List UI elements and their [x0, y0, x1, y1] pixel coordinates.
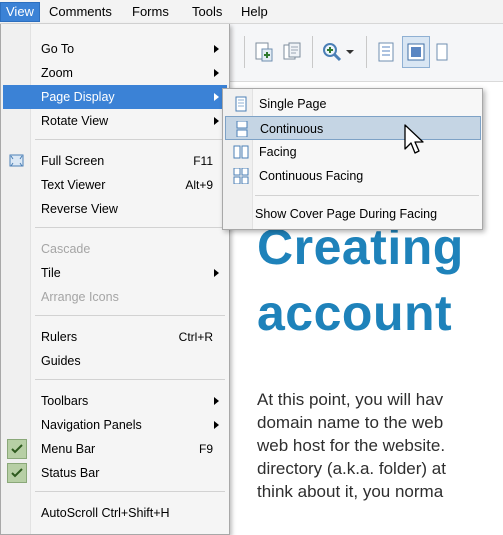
menu-item-shortcut: Ctrl+R [178, 330, 213, 344]
document-body-line: web host for the website. [257, 436, 446, 455]
pages-icon[interactable] [278, 36, 306, 68]
menu-item-label: Guides [41, 354, 81, 368]
menu-item-label: Status Bar [41, 466, 100, 480]
menu-item-page-display[interactable]: Page Display [3, 85, 227, 109]
continuous-icon [234, 120, 250, 138]
menu-item-shortcut: Alt+9 [185, 178, 213, 192]
menu-item-label: Text Viewer [41, 178, 106, 192]
menu-item-zoom[interactable]: Zoom [3, 61, 227, 85]
menu-item-arrange-icons[interactable]: Arrange Icons [3, 285, 227, 309]
menu-item-label: Reverse View [41, 202, 118, 216]
single-page-icon [233, 96, 249, 112]
menu-item-cascade[interactable]: Cascade [3, 237, 227, 261]
menu-view[interactable]: View [0, 2, 40, 22]
menu-item-go-to[interactable]: Go To [3, 37, 227, 61]
fit-page-icon[interactable] [372, 36, 400, 68]
submenu-arrow-icon [214, 117, 219, 125]
menu-separator [35, 139, 225, 140]
submenu-item-label: Continuous Facing [259, 169, 364, 183]
menu-item-toolbars[interactable]: Toolbars [3, 389, 227, 413]
menu-item-label: Arrange Icons [41, 290, 119, 304]
submenu-item-label: Facing [259, 145, 297, 159]
document-heading-line2: account [257, 285, 453, 341]
menu-separator [35, 315, 225, 316]
menu-item-full-screen[interactable]: Full Screen F11 [3, 149, 227, 173]
submenu-arrow-icon [214, 69, 219, 77]
menu-item-label: Cascade [41, 242, 91, 256]
submenu-item-label: Show Cover Page During Facing [255, 207, 438, 221]
menu-separator [255, 195, 479, 196]
document-body-line: domain name to the web [257, 413, 444, 432]
menu-item-shortcut: F11 [193, 154, 213, 168]
menu-bar: View Comments Forms Tools Help [0, 0, 503, 24]
document-body-line: think about it, you norma [257, 482, 444, 501]
document-body-line: At this point, you will hav [257, 390, 444, 409]
menu-forms[interactable]: Forms [127, 3, 174, 21]
fit-width-icon[interactable] [402, 36, 430, 68]
submenu-item-label: Continuous [260, 122, 324, 136]
facing-icon [233, 144, 249, 160]
menu-tools[interactable]: Tools [187, 3, 227, 21]
menu-item-status-bar[interactable]: Status Bar [3, 461, 227, 485]
menu-item-label: Tile [41, 266, 61, 280]
menu-item-label: Rulers [41, 330, 78, 344]
menu-item-label: Zoom [41, 66, 73, 80]
submenu-item-facing[interactable]: Facing [225, 140, 481, 164]
checkmark-icon [7, 463, 27, 483]
mouse-pointer-icon [403, 124, 427, 158]
submenu-item-show-cover-page[interactable]: Show Cover Page During Facing [225, 202, 481, 226]
menu-item-text-viewer[interactable]: Text Viewer Alt+9 [3, 173, 227, 197]
chevron-down-icon[interactable] [342, 36, 358, 68]
menu-item-reverse-view[interactable]: Reverse View [3, 197, 227, 221]
submenu-arrow-icon [214, 93, 219, 101]
menu-item-rotate-view[interactable]: Rotate View [3, 109, 227, 133]
menu-item-label: Page Display [41, 90, 115, 104]
menu-separator [35, 227, 225, 228]
submenu-item-label: Single Page [259, 97, 327, 111]
full-screen-icon [9, 153, 25, 169]
submenu-item-continuous-facing[interactable]: Continuous Facing [225, 164, 481, 188]
menu-item-label: Menu Bar [41, 442, 96, 456]
submenu-arrow-icon [214, 421, 219, 429]
menu-item-label: Navigation Panels [41, 418, 142, 432]
toolbar [220, 24, 503, 82]
toolbar-separator [312, 36, 313, 68]
submenu-item-continuous[interactable]: Continuous [225, 116, 481, 140]
view-menu-dropdown: Go To Zoom Page Display Rotate View Full… [0, 24, 230, 535]
toolbar-separator [244, 36, 245, 68]
submenu-item-single-page[interactable]: Single Page [225, 92, 481, 116]
menu-item-shortcut: F9 [198, 442, 213, 456]
toolbar-separator [366, 36, 367, 68]
menu-item-menu-bar[interactable]: Menu Bar F9 [3, 437, 227, 461]
menu-separator [35, 379, 225, 380]
submenu-arrow-icon [214, 397, 219, 405]
menu-item-label: AutoScroll Ctrl+Shift+H [41, 506, 170, 520]
document-body: At this point, you will hav domain name … [257, 388, 503, 503]
menu-item-guides[interactable]: Guides [3, 349, 227, 373]
toolbar-overflow-icon[interactable] [432, 36, 460, 68]
menu-item-tile[interactable]: Tile [3, 261, 227, 285]
continuous-facing-icon [233, 167, 249, 185]
menu-item-label: Full Screen [41, 154, 105, 168]
submenu-arrow-icon [214, 269, 219, 277]
menu-separator [35, 491, 225, 492]
submenu-arrow-icon [214, 45, 219, 53]
menu-help[interactable]: Help [236, 3, 273, 21]
menu-comments[interactable]: Comments [44, 3, 117, 21]
document-body-line: directory (a.k.a. folder) at [257, 459, 446, 478]
menu-item-label: Go To [41, 42, 75, 56]
menu-item-label: Toolbars [41, 394, 89, 408]
menu-item-autoscroll[interactable]: AutoScroll Ctrl+Shift+H [3, 501, 227, 525]
page-display-submenu: Single Page Continuous Facing Continuous… [222, 88, 483, 230]
menu-item-navigation-panels[interactable]: Navigation Panels [3, 413, 227, 437]
menu-item-rulers[interactable]: Rulers Ctrl+R [3, 325, 227, 349]
insert-page-icon[interactable] [250, 36, 278, 68]
menu-item-label: Rotate View [41, 114, 109, 128]
checkmark-icon [7, 439, 27, 459]
